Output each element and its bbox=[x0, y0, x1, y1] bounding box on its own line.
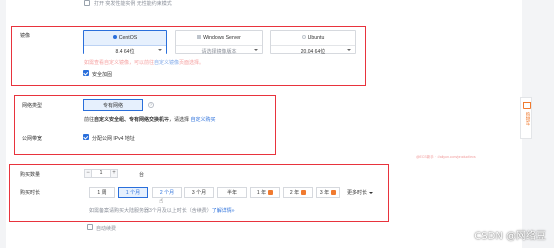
chevron-down-icon bbox=[369, 191, 373, 194]
windows-version: 请选择镜像版本 bbox=[201, 49, 237, 55]
quantity-stepper[interactable]: − 1 + bbox=[84, 169, 118, 178]
gift-icon bbox=[268, 190, 274, 195]
security-group-link[interactable]: 自定义安全组、专有网络交换机 bbox=[94, 117, 164, 123]
duration-3-year[interactable]: 3 年 bbox=[316, 187, 340, 198]
network-note: 前往自定义安全组、专有网络交换机等，请选择 自定义购买 bbox=[84, 117, 216, 123]
image-tab-centos[interactable]: CentOS 8.4 64位 bbox=[83, 30, 167, 55]
config-panel: 打开 突发性能实例 无性能约束模式 镜像 CentOS 8.4 64位 Wind… bbox=[6, 0, 522, 248]
quantity-label: 购买数量 bbox=[20, 172, 41, 178]
duration-label: 购买时长 bbox=[20, 190, 41, 196]
watermark-text: CSDN @网络豆 bbox=[474, 231, 546, 242]
burst-mode-label: 打开 突发性能实例 无性能约束模式 bbox=[94, 1, 172, 7]
image-label: 镜像 bbox=[20, 33, 31, 39]
security-harden-checkbox[interactable] bbox=[83, 70, 89, 76]
network-type-label: 网络类型 bbox=[22, 103, 43, 109]
faint-url-text: @ECS新手 · ://aliyun.com/product/ecs bbox=[416, 155, 476, 159]
chevron-down-icon bbox=[254, 49, 258, 51]
burst-mode-checkbox[interactable] bbox=[84, 0, 90, 6]
gift-icon bbox=[301, 190, 307, 195]
cart-label: 购物车 bbox=[526, 112, 531, 126]
windows-icon bbox=[197, 35, 202, 40]
cart-icon bbox=[523, 102, 531, 109]
custom-image-link[interactable]: 自定义镜像 bbox=[154, 60, 179, 66]
assign-ipv4-label: 分配公网 IPv4 地址 bbox=[92, 135, 135, 142]
duration-2-month[interactable]: 2 个月 bbox=[152, 187, 182, 198]
image-tab-windows[interactable]: Windows Server 请选择镜像版本 bbox=[175, 30, 263, 55]
chevron-down-icon bbox=[347, 49, 351, 51]
image-tab-ubuntu[interactable]: Ubuntu 20.04 64位 bbox=[270, 30, 356, 55]
gift-icon bbox=[331, 190, 337, 195]
cart-floating-button[interactable]: 购物车 bbox=[520, 97, 532, 139]
network-type-vpc[interactable]: 专有网络 bbox=[83, 99, 143, 111]
duration-3-month[interactable]: 3 个月 bbox=[184, 187, 214, 198]
assign-ipv4-checkbox[interactable] bbox=[83, 134, 89, 140]
help-icon[interactable]: ? bbox=[148, 102, 154, 108]
centos-icon bbox=[112, 35, 117, 40]
learn-more-link[interactable]: 了解详情» bbox=[212, 208, 235, 214]
more-duration-dropdown[interactable]: 更多时长 bbox=[343, 187, 377, 198]
duration-1-week[interactable]: 1 周 bbox=[89, 187, 115, 198]
duration-2-year[interactable]: 2 年 bbox=[283, 187, 313, 198]
duration-1-year[interactable]: 1 年 bbox=[250, 187, 280, 198]
duration-half-year[interactable]: 半年 bbox=[217, 187, 247, 198]
quantity-unit: 台 bbox=[139, 172, 145, 178]
custom-purchase-link[interactable]: 自定义购买 bbox=[190, 117, 215, 123]
chevron-down-icon bbox=[158, 49, 162, 51]
duration-1-month[interactable]: 1 个月 bbox=[118, 187, 148, 198]
duration-note: 如需备案请购买大陆服务器3个月及以上时长（含续费）了解详情» bbox=[89, 208, 235, 214]
mouse-cursor-icon: ☝ bbox=[159, 198, 164, 205]
ubuntu-version: 20.04 64位 bbox=[300, 49, 326, 55]
quantity-value[interactable]: 1 bbox=[92, 169, 110, 178]
auto-renew-checkbox[interactable] bbox=[87, 224, 93, 230]
plus-icon[interactable]: + bbox=[110, 169, 118, 178]
image-note: 如需查看自定义镜像，可以前往自定义镜像页面选择。 bbox=[84, 60, 205, 66]
centos-version: 8.4 64位 bbox=[115, 49, 135, 55]
auto-renew-label: 自动续费 bbox=[96, 225, 117, 232]
ubuntu-icon bbox=[301, 35, 306, 40]
bandwidth-label: 公网带宽 bbox=[22, 136, 43, 142]
security-harden-label: 安全加固 bbox=[92, 71, 113, 78]
network-section-highlight bbox=[14, 95, 276, 155]
minus-icon[interactable]: − bbox=[84, 169, 92, 178]
